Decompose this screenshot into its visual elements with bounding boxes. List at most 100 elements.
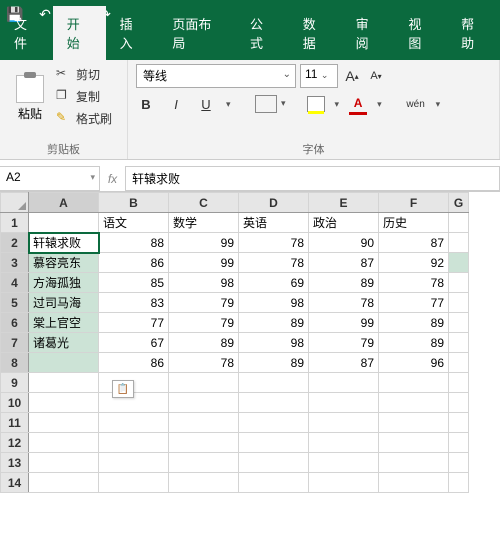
cell-F8[interactable]: 96: [379, 353, 449, 373]
chevron-down-icon[interactable]: ▾: [226, 99, 231, 110]
tab-insert[interactable]: 插入: [106, 6, 159, 60]
name-box[interactable]: A2: [0, 166, 100, 191]
cell-E13[interactable]: [309, 453, 379, 473]
row-header-13[interactable]: 13: [1, 453, 29, 473]
row-header-12[interactable]: 12: [1, 433, 29, 453]
shrink-font-button[interactable]: A▾: [366, 66, 386, 86]
cell-D13[interactable]: [239, 453, 309, 473]
cell-F2[interactable]: 87: [379, 233, 449, 253]
cell-G9[interactable]: [449, 373, 469, 393]
cell-A6[interactable]: 棠上官空: [29, 313, 99, 333]
cell-D1[interactable]: 英语: [239, 213, 309, 233]
cell-C4[interactable]: 98: [169, 273, 239, 293]
cell-B1[interactable]: 语文: [99, 213, 169, 233]
cell-A1[interactable]: [29, 213, 99, 233]
cell-C13[interactable]: [169, 453, 239, 473]
borders-button[interactable]: [255, 95, 277, 113]
cell-B7[interactable]: 67: [99, 333, 169, 353]
cell-E3[interactable]: 87: [309, 253, 379, 273]
cell-D14[interactable]: [239, 473, 309, 493]
cell-D9[interactable]: [239, 373, 309, 393]
row-header-9[interactable]: 9: [1, 373, 29, 393]
row-header-1[interactable]: 1: [1, 213, 29, 233]
cell-F9[interactable]: [379, 373, 449, 393]
cell-D8[interactable]: 89: [239, 353, 309, 373]
tab-help[interactable]: 帮助: [447, 6, 500, 60]
cell-D3[interactable]: 78: [239, 253, 309, 273]
cell-A12[interactable]: [29, 433, 99, 453]
cell-G10[interactable]: [449, 393, 469, 413]
row-header-7[interactable]: 7: [1, 333, 29, 353]
cell-D10[interactable]: [239, 393, 309, 413]
col-header-E[interactable]: E: [309, 193, 379, 213]
cell-G2[interactable]: [449, 233, 469, 253]
cell-G13[interactable]: [449, 453, 469, 473]
cell-F13[interactable]: [379, 453, 449, 473]
cell-E1[interactable]: 政治: [309, 213, 379, 233]
cell-A4[interactable]: 方海孤独: [29, 273, 99, 293]
row-header-3[interactable]: 3: [1, 253, 29, 273]
font-name-select[interactable]: 等线⌄: [136, 64, 296, 88]
phonetic-button[interactable]: wén: [406, 94, 426, 114]
cell-C1[interactable]: 数学: [169, 213, 239, 233]
cell-E5[interactable]: 78: [309, 293, 379, 313]
cell-F3[interactable]: 92: [379, 253, 449, 273]
cell-D4[interactable]: 69: [239, 273, 309, 293]
cell-G14[interactable]: [449, 473, 469, 493]
format-painter-button[interactable]: 格式刷: [56, 108, 112, 128]
row-header-10[interactable]: 10: [1, 393, 29, 413]
cell-B2[interactable]: 88: [99, 233, 169, 253]
cell-B3[interactable]: 86: [99, 253, 169, 273]
row-header-2[interactable]: 2: [1, 233, 29, 253]
tab-data[interactable]: 数据: [289, 6, 342, 60]
cell-A2[interactable]: 轩辕求败: [29, 233, 99, 253]
bold-button[interactable]: B: [136, 94, 156, 114]
cell-E2[interactable]: 90: [309, 233, 379, 253]
cell-D5[interactable]: 98: [239, 293, 309, 313]
cell-B6[interactable]: 77: [99, 313, 169, 333]
copy-button[interactable]: 复制: [56, 86, 112, 106]
row-header-5[interactable]: 5: [1, 293, 29, 313]
cell-E10[interactable]: [309, 393, 379, 413]
cell-E11[interactable]: [309, 413, 379, 433]
cell-C10[interactable]: [169, 393, 239, 413]
font-color-button[interactable]: [349, 96, 367, 112]
cell-D2[interactable]: 78: [239, 233, 309, 253]
col-header-C[interactable]: C: [169, 193, 239, 213]
col-header-G[interactable]: G: [449, 193, 469, 213]
cell-A3[interactable]: 慕容亮东: [29, 253, 99, 273]
cell-F6[interactable]: 89: [379, 313, 449, 333]
cell-G6[interactable]: [449, 313, 469, 333]
cell-D11[interactable]: [239, 413, 309, 433]
cell-C9[interactable]: [169, 373, 239, 393]
cell-B8[interactable]: 86: [99, 353, 169, 373]
cell-grid[interactable]: A B C D E F G 1 语文 数学 英语 政治 历史 2轩辕求败8899…: [0, 192, 469, 493]
cell-F12[interactable]: [379, 433, 449, 453]
cell-A11[interactable]: [29, 413, 99, 433]
cell-C3[interactable]: 99: [169, 253, 239, 273]
cell-E8[interactable]: 87: [309, 353, 379, 373]
cell-A14[interactable]: [29, 473, 99, 493]
grow-font-button[interactable]: A▴: [342, 66, 362, 86]
cell-B13[interactable]: [99, 453, 169, 473]
cell-G3[interactable]: [449, 253, 469, 273]
formula-input[interactable]: 轩辕求败: [126, 166, 500, 191]
col-header-D[interactable]: D: [239, 193, 309, 213]
col-header-F[interactable]: F: [379, 193, 449, 213]
cell-E6[interactable]: 99: [309, 313, 379, 333]
cell-D12[interactable]: [239, 433, 309, 453]
cell-G11[interactable]: [449, 413, 469, 433]
row-header-4[interactable]: 4: [1, 273, 29, 293]
cell-C2[interactable]: 99: [169, 233, 239, 253]
cell-F11[interactable]: [379, 413, 449, 433]
cell-C8[interactable]: 78: [169, 353, 239, 373]
chevron-down-icon[interactable]: ▾: [377, 99, 382, 110]
cell-A7[interactable]: 诸葛光: [29, 333, 99, 353]
chevron-down-icon[interactable]: ▾: [436, 99, 441, 110]
cut-button[interactable]: 剪切: [56, 64, 112, 84]
font-size-select[interactable]: 11 ⌄: [300, 64, 338, 88]
tab-file[interactable]: 文件: [0, 6, 53, 60]
cell-E9[interactable]: [309, 373, 379, 393]
cell-F10[interactable]: [379, 393, 449, 413]
cell-G7[interactable]: [449, 333, 469, 353]
